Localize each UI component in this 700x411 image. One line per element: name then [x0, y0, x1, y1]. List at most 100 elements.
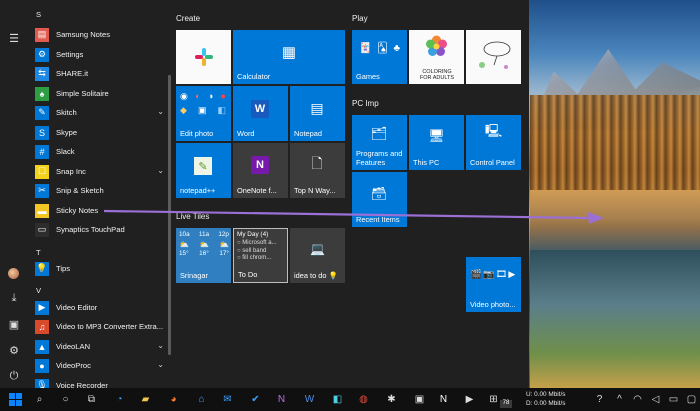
slack-tile[interactable]	[176, 30, 231, 84]
programs-features-label: Programs and Features	[356, 149, 403, 167]
group-header-play[interactable]: Play	[352, 14, 368, 23]
app-item[interactable]: ▶ Video Editor	[28, 299, 168, 316]
chevron-up-icon[interactable]: ^	[612, 392, 627, 407]
windows-start-button[interactable]	[8, 392, 23, 407]
todo-task: ○ fill chrom...	[237, 255, 272, 261]
battery-icon[interactable]: ▭	[666, 392, 681, 407]
app-item[interactable]: ▲ VideoLAN ⌄	[28, 338, 168, 355]
weather-temp-3: 17°	[219, 250, 229, 257]
video-photo-tile[interactable]: 🎬 📷 🎞 ▶ Video photo...	[466, 257, 521, 312]
settings-gear-icon[interactable]: ⚙	[6, 342, 22, 358]
firefox-icon[interactable]: ◕	[166, 392, 181, 407]
chrome-icon[interactable]: ◍	[356, 392, 371, 407]
control-panel-tile[interactable]: 🖳 Control Panel	[466, 115, 521, 170]
app-item-label: Settings	[56, 50, 84, 59]
onenote-tile[interactable]: N OneNote f...	[233, 143, 288, 198]
games-label: Games	[356, 72, 380, 81]
task-view-icon[interactable]: ⧉	[84, 392, 99, 407]
games-tile[interactable]: 🃏 🂡 ♣ Games	[352, 30, 407, 84]
notion-icon[interactable]: N	[436, 392, 451, 407]
word-tile[interactable]: W Word	[233, 86, 288, 141]
search-icon[interactable]: ⌕	[32, 392, 47, 407]
app-item[interactable]: ⚙ Settings	[28, 46, 168, 63]
app-item[interactable]: ♫ Video to MP3 Converter Extra...	[28, 318, 168, 335]
coloring-tile[interactable]: COLORING FOR ADULTS	[409, 30, 464, 84]
store-icon[interactable]: ⌂	[194, 392, 209, 407]
app-item[interactable]: ⇆ SHARE.it	[28, 65, 168, 82]
app-list-scrollbar[interactable]	[168, 0, 172, 388]
app-item[interactable]: ✎ Skitch ⌄	[28, 104, 168, 121]
tray-overflow-icon[interactable]: ⊞	[486, 392, 501, 407]
notepad-icon: ▤	[310, 99, 324, 116]
todo-taskbar-icon[interactable]: ✔	[248, 392, 263, 407]
programs-icon: 🗂	[370, 126, 388, 141]
app-item[interactable]: 💡 Tips	[28, 260, 168, 277]
notification-icon[interactable]: ▢	[684, 392, 699, 407]
onenote-taskbar-icon[interactable]: N	[274, 392, 289, 407]
group-header-create[interactable]: Create	[176, 14, 200, 23]
idea-tile[interactable]: 💻 idea to do 💡	[290, 228, 345, 283]
chevron-down-icon[interactable]: ⌄	[157, 360, 164, 369]
recent-items-tile[interactable]: 🗃 Recent Items	[352, 172, 407, 227]
app-item[interactable]: ✂ Snip & Sketch	[28, 182, 168, 199]
user-avatar[interactable]	[8, 268, 19, 279]
skitch-icon: ✎	[35, 105, 49, 120]
photos-taskbar-icon[interactable]: ▣	[412, 392, 427, 407]
start-menu: ☰ ⤓ ▣ ⚙ ⏻ S ▤ Samsung Notes ⚙ Settings ⇆ SHAR…	[0, 0, 529, 393]
letter-header-v[interactable]: V	[36, 286, 41, 295]
mail-icon[interactable]: ✉	[220, 392, 235, 407]
app-item[interactable]: ☐ Snap Inc ⌄	[28, 163, 168, 180]
todo-tile[interactable]: My Day (4) ○ Microsoft a... ○ sell band …	[233, 228, 288, 283]
app-item-label: SHARE.it	[56, 69, 89, 78]
programs-features-tile[interactable]: 🗂 Programs and Features	[352, 115, 407, 170]
letter-header-s[interactable]: S	[36, 10, 41, 19]
app-item[interactable]: # Slack	[28, 143, 168, 160]
notepad-tile[interactable]: ▤ Notepad	[290, 86, 345, 141]
videoproc-icon: ●	[35, 358, 49, 373]
top-n-ways-tile[interactable]: 🗋 Top N Way...	[290, 143, 345, 198]
calculator-tile[interactable]: ▦ Calculator	[233, 30, 345, 84]
this-pc-label: This PC	[413, 158, 440, 167]
app-item[interactable]: ▤ Samsung Notes	[28, 26, 168, 43]
weather-tile[interactable]: 10a 11a 12p ⛅ ⛅ ⛅ 15° 16° 17° Srinagar	[176, 228, 231, 283]
word-label: Word	[237, 129, 255, 138]
todo-header: My Day (4)	[237, 231, 269, 238]
edge-icon[interactable]: ◔	[112, 392, 127, 407]
group-header-pc-imp[interactable]: PC Imp	[352, 99, 379, 108]
slack-logo-icon	[194, 47, 214, 67]
app-item[interactable]: ▭ Synaptics TouchPad	[28, 221, 168, 238]
cortana-icon[interactable]: ○	[58, 392, 73, 407]
chevron-down-icon[interactable]: ⌄	[157, 107, 164, 116]
app-item[interactable]: ▬ Sticky Notes	[28, 202, 168, 219]
downloads-icon[interactable]: ⤓	[6, 290, 22, 306]
this-pc-tile[interactable]: 🖥 This PC	[409, 115, 464, 170]
edit-photo-tile[interactable]: ◉ ◐ ◑ ● ◆ ▣ ◧ Edit photo	[176, 86, 231, 141]
app-item-label: VideoProc	[56, 361, 91, 370]
video-taskbar-icon[interactable]: ▶	[462, 392, 477, 407]
sticky-notes-taskbar-icon[interactable]: ▰	[138, 392, 153, 407]
volume-icon[interactable]: ◁	[648, 392, 663, 407]
word-taskbar-icon[interactable]: W	[302, 392, 317, 407]
chevron-down-icon[interactable]: ⌄	[157, 166, 164, 175]
help-icon[interactable]: ?	[592, 392, 607, 407]
chevron-down-icon[interactable]: ⌄	[157, 341, 164, 350]
snip-taskbar-icon[interactable]: ◧	[330, 392, 345, 407]
letter-header-t[interactable]: T	[36, 248, 41, 257]
app-item-label: Skype	[56, 128, 78, 137]
app-item-label: Sticky Notes	[56, 206, 99, 215]
notepadpp-tile[interactable]: ✎ notepad++	[176, 143, 231, 198]
power-icon[interactable]: ⏻	[6, 368, 22, 384]
app-item[interactable]: ● VideoProc ⌄	[28, 357, 168, 374]
sticky-notes-icon: ▬	[35, 203, 49, 218]
scrollbar-thumb[interactable]	[168, 75, 171, 355]
pictures-icon[interactable]: ▣	[6, 316, 22, 332]
slack-taskbar-icon[interactable]: ✱	[384, 392, 399, 407]
doodle-tile[interactable]	[466, 30, 521, 84]
group-header-live-tiles[interactable]: Live Tiles	[176, 212, 209, 221]
calculator-tile-label: Calculator	[237, 72, 271, 81]
wifi-icon[interactable]: ◠	[630, 392, 645, 407]
app-item[interactable]: ♠ Simple Solitaire	[28, 85, 168, 102]
hamburger-menu-icon[interactable]: ☰	[6, 30, 22, 46]
app-item[interactable]: S Skype	[28, 124, 168, 141]
snip-sketch-icon: ✂	[35, 183, 49, 198]
